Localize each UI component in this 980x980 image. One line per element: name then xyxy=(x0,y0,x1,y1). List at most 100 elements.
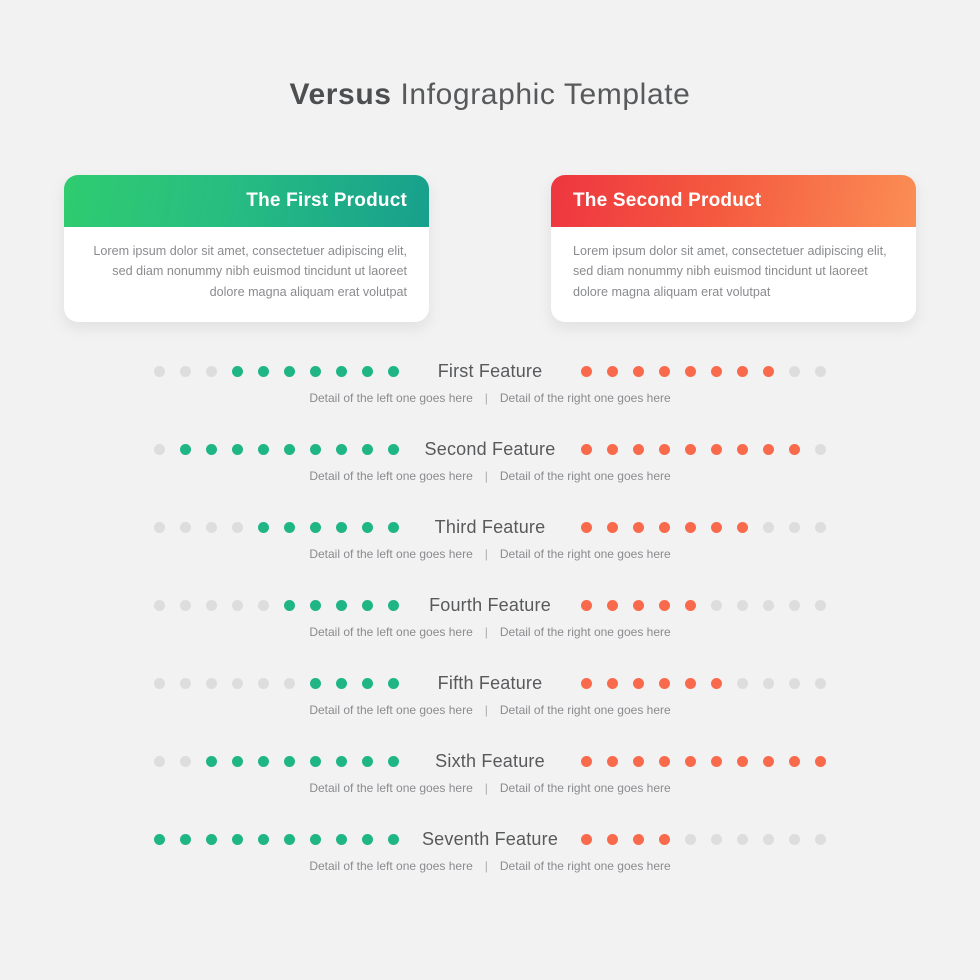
rating-dot-filled xyxy=(711,755,722,767)
rating-dot-empty xyxy=(815,365,826,377)
feature-details: Detail of the left one goes here | Detail … xyxy=(0,781,980,797)
rating-dots-left xyxy=(154,436,399,462)
rating-dot-filled xyxy=(206,755,217,767)
rating-dots-right xyxy=(581,748,826,774)
rating-dot-filled xyxy=(284,443,295,455)
rating-dot-filled xyxy=(581,833,592,845)
feature-detail-right: Detail of the right one goes here xyxy=(499,469,671,483)
rating-dot-filled xyxy=(581,677,592,689)
rating-dots-right xyxy=(581,826,826,852)
rating-dot-filled xyxy=(232,365,243,377)
feature-title: Second Feature xyxy=(424,438,556,459)
feature-details: Detail of the left one goes here | Detail … xyxy=(0,859,980,875)
product-card-second-body: Lorem ipsum dolor sit amet, consectetuer… xyxy=(573,244,887,299)
rating-dot-filled xyxy=(711,521,722,533)
rating-dot-filled xyxy=(659,677,670,689)
rating-dot-filled xyxy=(659,755,670,767)
rating-dot-filled xyxy=(336,521,347,533)
feature-detail-right: Detail of the right one goes here xyxy=(499,625,671,639)
rating-dot-filled xyxy=(763,365,774,377)
rating-dot-filled xyxy=(659,599,670,611)
rating-dot-filled xyxy=(711,677,722,689)
rating-dot-filled xyxy=(737,365,748,377)
rating-dot-empty xyxy=(284,677,295,689)
rating-dot-filled xyxy=(737,443,748,455)
product-card-first-header: The First Product xyxy=(64,175,429,227)
rating-dot-empty xyxy=(206,521,217,533)
feature-row-main: Seventh Feature xyxy=(0,826,980,852)
feature-title: Third Feature xyxy=(434,516,546,537)
rating-dot-filled xyxy=(336,365,347,377)
rating-dot-filled xyxy=(388,443,399,455)
rating-dot-empty xyxy=(763,599,774,611)
page-title-text: Versus Infographic Template xyxy=(0,78,980,111)
feature-rows: First Feature Detail of the left one goes… xyxy=(0,358,980,904)
product-card-second-header: The Second Product xyxy=(551,175,916,227)
product-card-second[interactable]: The Second Product Lorem ipsum dolor sit… xyxy=(551,175,916,323)
rating-dot-filled xyxy=(685,599,696,611)
rating-dot-filled xyxy=(789,443,800,455)
rating-dot-filled xyxy=(206,443,217,455)
rating-dot-filled xyxy=(633,755,644,767)
rating-dot-filled xyxy=(362,365,373,377)
rating-dot-filled xyxy=(633,677,644,689)
product-card-first-body: Lorem ipsum dolor sit amet, consectetuer… xyxy=(93,244,407,299)
feature-detail-left: Detail of the left one goes here xyxy=(309,547,473,561)
rating-dot-filled xyxy=(763,755,774,767)
feature-detail-right: Detail of the right one goes here xyxy=(499,859,671,873)
rating-dot-empty xyxy=(232,599,243,611)
rating-dots-left xyxy=(154,670,399,696)
feature-row-main: Fourth Feature xyxy=(0,592,980,618)
rating-dot-empty xyxy=(206,599,217,611)
rating-dot-empty xyxy=(763,833,774,845)
feature-details: Detail of the left one goes here | Detail … xyxy=(0,547,980,563)
rating-dot-filled xyxy=(310,365,321,377)
feature-detail-right: Detail of the right one goes here xyxy=(499,781,671,795)
product-card-first[interactable]: The First Product Lorem ipsum dolor sit … xyxy=(64,175,429,323)
rating-dot-empty xyxy=(154,443,165,455)
feature-detail-separator: | xyxy=(484,391,488,405)
feature-detail-right: Detail of the right one goes here xyxy=(499,703,671,717)
feature-row-main: Second Feature xyxy=(0,436,980,462)
rating-dot-filled xyxy=(607,443,618,455)
feature-row: Fifth Feature Detail of the left one goes… xyxy=(0,670,980,748)
rating-dot-empty xyxy=(206,365,217,377)
rating-dot-empty xyxy=(232,677,243,689)
feature-detail-left: Detail of the left one goes here xyxy=(309,391,473,405)
rating-dot-filled xyxy=(362,677,373,689)
feature-detail-separator: | xyxy=(484,703,488,717)
rating-dot-empty xyxy=(737,677,748,689)
rating-dot-empty xyxy=(763,677,774,689)
rating-dot-filled xyxy=(607,521,618,533)
feature-row-main: First Feature xyxy=(0,358,980,384)
rating-dot-filled xyxy=(815,755,826,767)
rating-dots-left xyxy=(154,358,399,384)
rating-dot-filled xyxy=(258,833,269,845)
rating-dot-filled xyxy=(232,755,243,767)
product-card-first-title: The First Product xyxy=(246,190,407,211)
rating-dot-filled xyxy=(284,599,295,611)
feature-row-main: Sixth Feature xyxy=(0,748,980,774)
rating-dot-filled xyxy=(284,755,295,767)
rating-dot-filled xyxy=(336,677,347,689)
rating-dot-empty xyxy=(815,521,826,533)
rating-dot-filled xyxy=(659,521,670,533)
rating-dot-filled xyxy=(258,755,269,767)
product-card-second-title: The Second Product xyxy=(573,190,762,211)
rating-dot-filled xyxy=(284,365,295,377)
rating-dot-filled xyxy=(362,521,373,533)
rating-dot-filled xyxy=(310,443,321,455)
rating-dot-filled xyxy=(154,833,165,845)
rating-dot-empty xyxy=(789,677,800,689)
rating-dot-filled xyxy=(310,677,321,689)
infographic-page: Versus Infographic Template The First Pr… xyxy=(0,0,980,980)
feature-row: Seventh Feature Detail of the left one go… xyxy=(0,826,980,904)
rating-dot-filled xyxy=(607,365,618,377)
rating-dot-filled xyxy=(633,599,644,611)
rating-dot-empty xyxy=(711,599,722,611)
feature-details: Detail of the left one goes here | Detail … xyxy=(0,703,980,719)
rating-dot-filled xyxy=(711,365,722,377)
product-cards: The First Product Lorem ipsum dolor sit … xyxy=(0,175,980,323)
rating-dot-filled xyxy=(388,599,399,611)
rating-dot-filled xyxy=(336,443,347,455)
